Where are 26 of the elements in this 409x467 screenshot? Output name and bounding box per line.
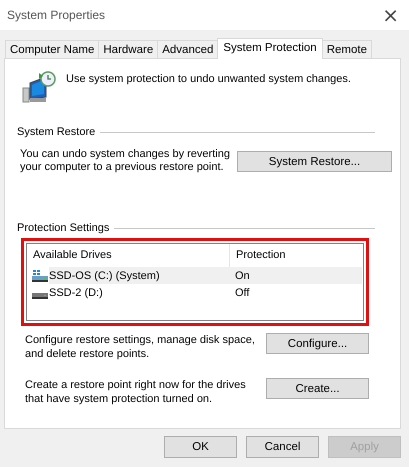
protection-status: Off: [235, 286, 250, 298]
description-text: You can undo system changes by reverting your computer to a previous restore point.: [20, 148, 231, 174]
computer-clock-icon: [22, 71, 56, 103]
window-title: System Properties: [7, 8, 106, 22]
system-drive-icon: [32, 270, 48, 282]
drive-name: SSD-OS (C:) (System): [49, 270, 161, 282]
tab[interactable]: Remote: [322, 40, 372, 58]
drive-name: SSD-2 (D:): [49, 286, 104, 298]
description-text: Use system protection to undo unwanted system changes.: [66, 73, 351, 85]
group-label: System Restore: [17, 126, 96, 138]
drive-row[interactable]: SSD-OS (C:) (System) On: [49, 267, 362, 284]
dialog-button[interactable]: OK: [164, 436, 237, 458]
tab[interactable]: Computer Name: [5, 40, 100, 58]
drive-icon: [32, 292, 48, 298]
action-button[interactable]: Configure...: [266, 333, 369, 354]
close-button[interactable]: ×: [378, 5, 403, 25]
description-text: Configure restore settings, manage disk space, and delete restore points.: [25, 333, 256, 361]
protection-status: On: [235, 270, 250, 282]
system-restore-button[interactable]: System Restore...: [237, 151, 392, 172]
group-label: Protection Settings: [17, 222, 110, 234]
drive-row[interactable]: SSD-2 (D:) Off: [49, 284, 362, 301]
tab[interactable]: System Protection: [217, 38, 323, 59]
dialog-button[interactable]: Cancel: [246, 436, 319, 458]
column-header[interactable]: Protection: [230, 244, 286, 267]
description-text: Create a restore point right now for the drives that have system protection turned on.: [25, 378, 247, 406]
action-button[interactable]: Create...: [266, 378, 369, 399]
